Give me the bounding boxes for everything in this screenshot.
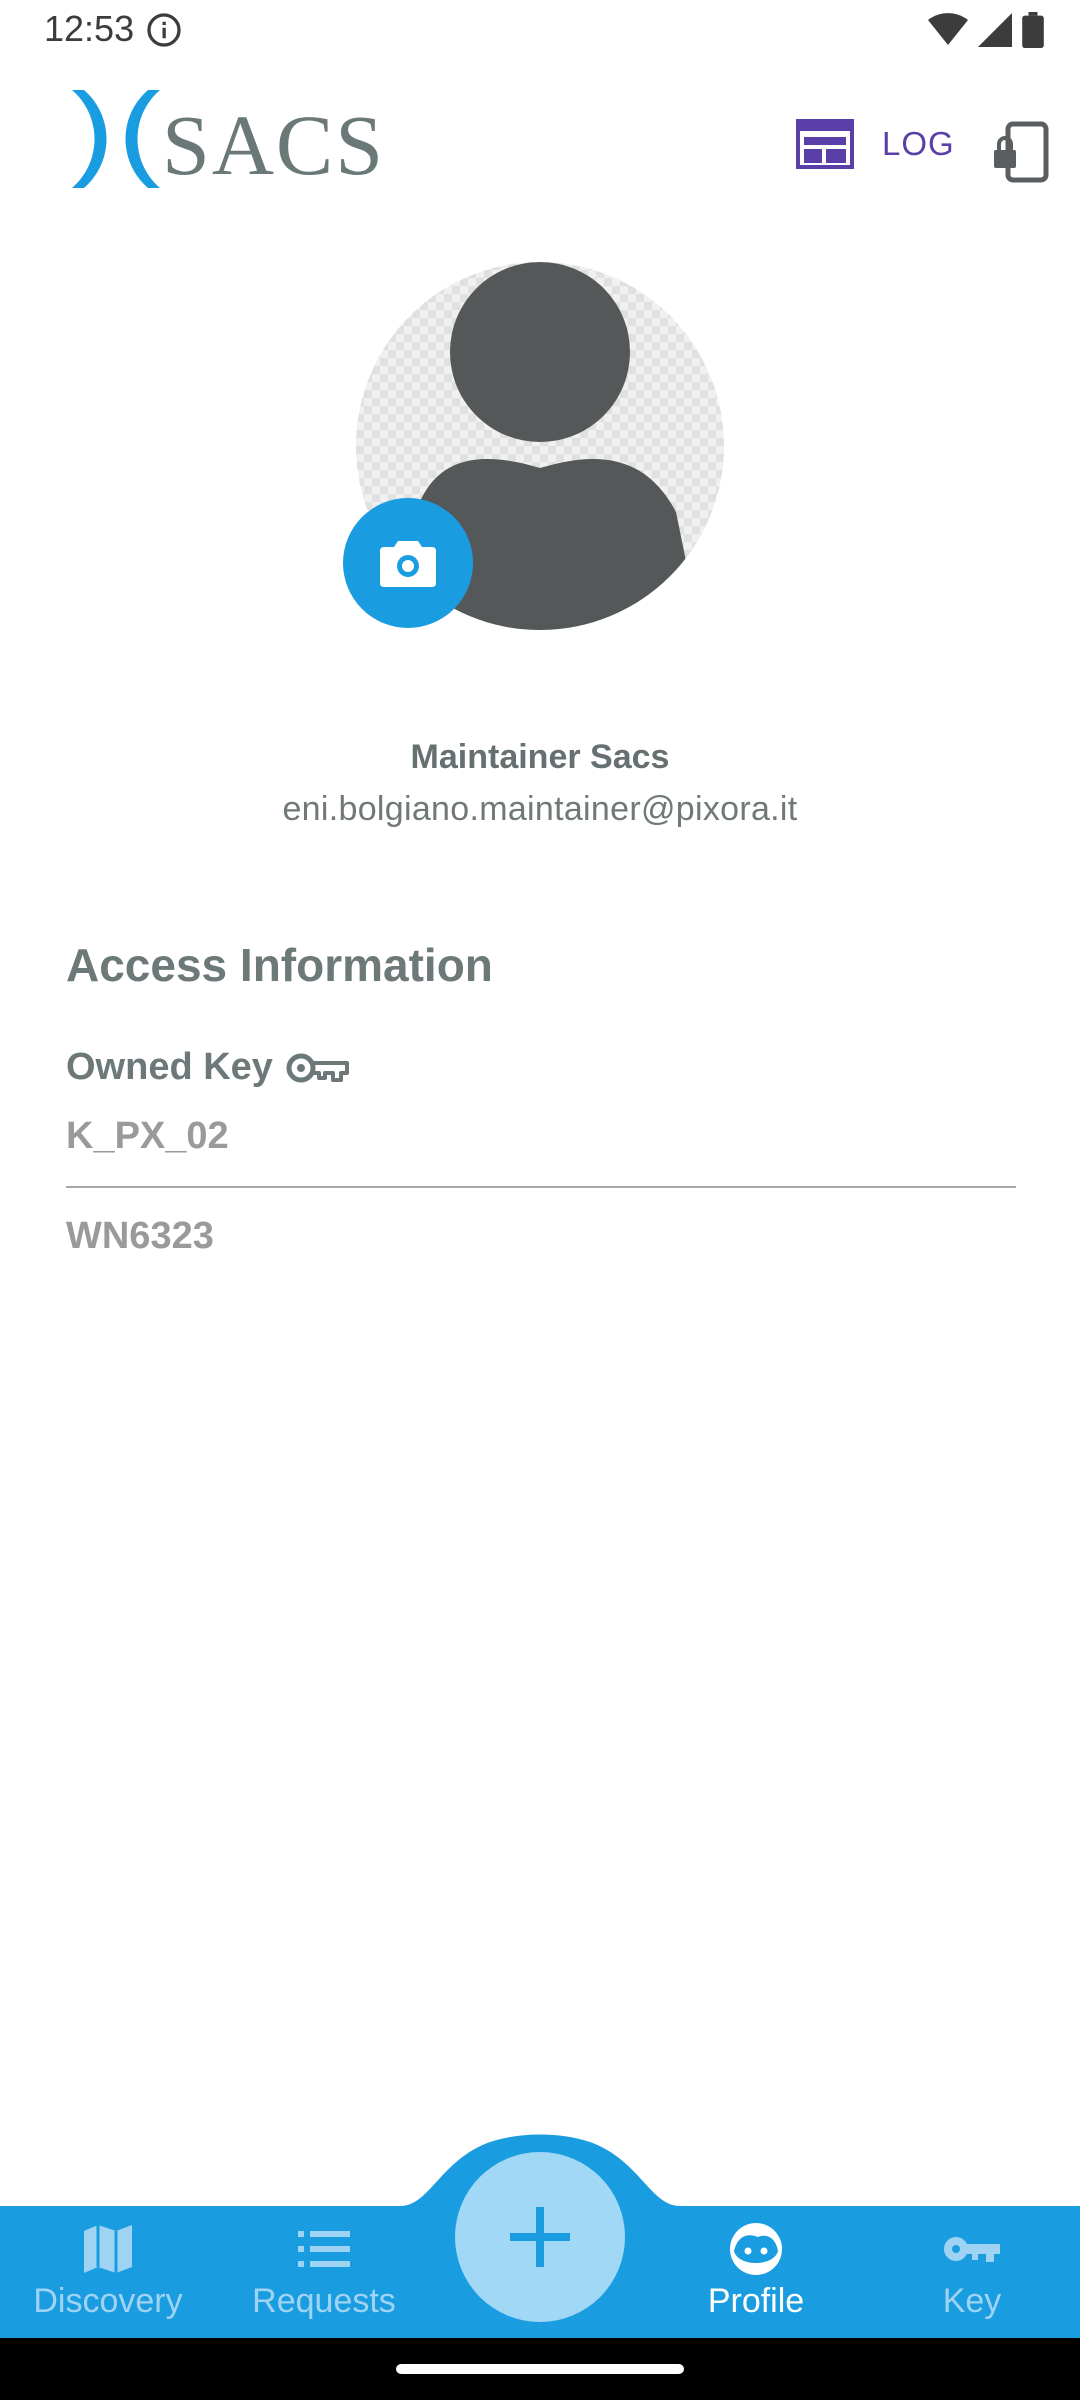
camera-icon: [380, 541, 436, 587]
owned-key-value: WN6323: [66, 1215, 214, 1257]
battery-icon: [1022, 12, 1044, 48]
key-icon: [944, 2237, 1000, 2262]
owned-key-value: K_PX_02: [66, 1115, 229, 1157]
face-icon: [730, 2223, 782, 2275]
wifi-icon: [928, 13, 968, 45]
change-photo-button[interactable]: [343, 498, 473, 628]
info-icon: [147, 13, 181, 47]
key-icon: [286, 1053, 349, 1082]
calendar-table-icon: [796, 119, 854, 169]
add-fab-button[interactable]: [455, 2152, 625, 2322]
nav-item-key[interactable]: Key: [872, 2206, 1072, 2338]
nav-label-discovery: Discovery: [33, 2282, 183, 2320]
status-bar: 12:53: [0, 0, 1080, 62]
log-label: LOG: [882, 125, 955, 162]
home-gesture-handle[interactable]: [396, 2364, 684, 2374]
sacs-logo: SACS: [72, 90, 385, 192]
list-icon: [298, 2231, 350, 2267]
logo-text: SACS: [162, 97, 385, 192]
app-header: SACS LOG: [0, 80, 1080, 200]
divider: [66, 1186, 1016, 1188]
nav-label-profile: Profile: [707, 2282, 805, 2320]
user-email: eni.bolgiano.maintainer@pixora.it: [282, 790, 798, 828]
access-information-title: Access Information: [66, 939, 493, 991]
map-icon: [84, 2225, 132, 2273]
nav-item-requests[interactable]: Requests: [224, 2206, 424, 2338]
plus-icon: [510, 2207, 570, 2267]
status-time: 12:53: [44, 8, 135, 49]
nav-item-profile[interactable]: Profile: [656, 2206, 856, 2338]
log-button[interactable]: LOG: [796, 114, 955, 174]
phone-lock-icon[interactable]: [992, 120, 1052, 184]
nav-label-key: Key: [942, 2282, 1002, 2320]
profile-screen: 12:53 SACS LOG Maintainer Sacs eni.bolgi…: [0, 0, 1080, 2400]
nav-item-discovery[interactable]: Discovery: [8, 2206, 208, 2338]
nav-label-requests: Requests: [252, 2282, 396, 2320]
status-icons: [928, 12, 1044, 48]
owned-key-label: Owned Key: [66, 1046, 273, 1088]
user-name: Maintainer Sacs: [410, 738, 670, 776]
owned-key-header: Owned Key: [66, 1046, 351, 1089]
signal-icon: [978, 13, 1012, 47]
